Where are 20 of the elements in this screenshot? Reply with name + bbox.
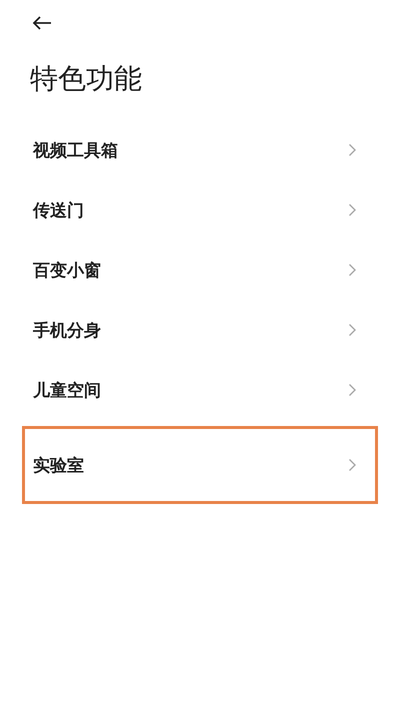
row-label: 传送门 [33, 200, 84, 222]
settings-row[interactable]: 百变小窗 [22, 240, 378, 300]
row-label: 手机分身 [33, 320, 101, 342]
page-title: 特色功能 [30, 61, 143, 97]
row-label: 视频工具箱 [33, 140, 118, 162]
chevron-icon [348, 203, 357, 217]
settings-row[interactable]: 传送门 [22, 180, 378, 240]
chevron-icon [348, 143, 357, 157]
chevron-icon [348, 458, 357, 472]
chevron-icon [348, 383, 357, 397]
settings-row[interactable]: 实验室 [22, 426, 378, 504]
row-label: 儿童空间 [33, 380, 101, 402]
back-arrow-icon [32, 16, 52, 30]
row-label: 百变小窗 [33, 260, 101, 282]
settings-row[interactable]: 儿童空间 [22, 360, 378, 420]
settings-row[interactable]: 视频工具箱 [22, 120, 378, 180]
chevron-icon [348, 263, 357, 277]
row-label: 实验室 [33, 454, 84, 476]
settings-row[interactable]: 手机分身 [22, 300, 378, 360]
chevron-icon [348, 323, 357, 337]
